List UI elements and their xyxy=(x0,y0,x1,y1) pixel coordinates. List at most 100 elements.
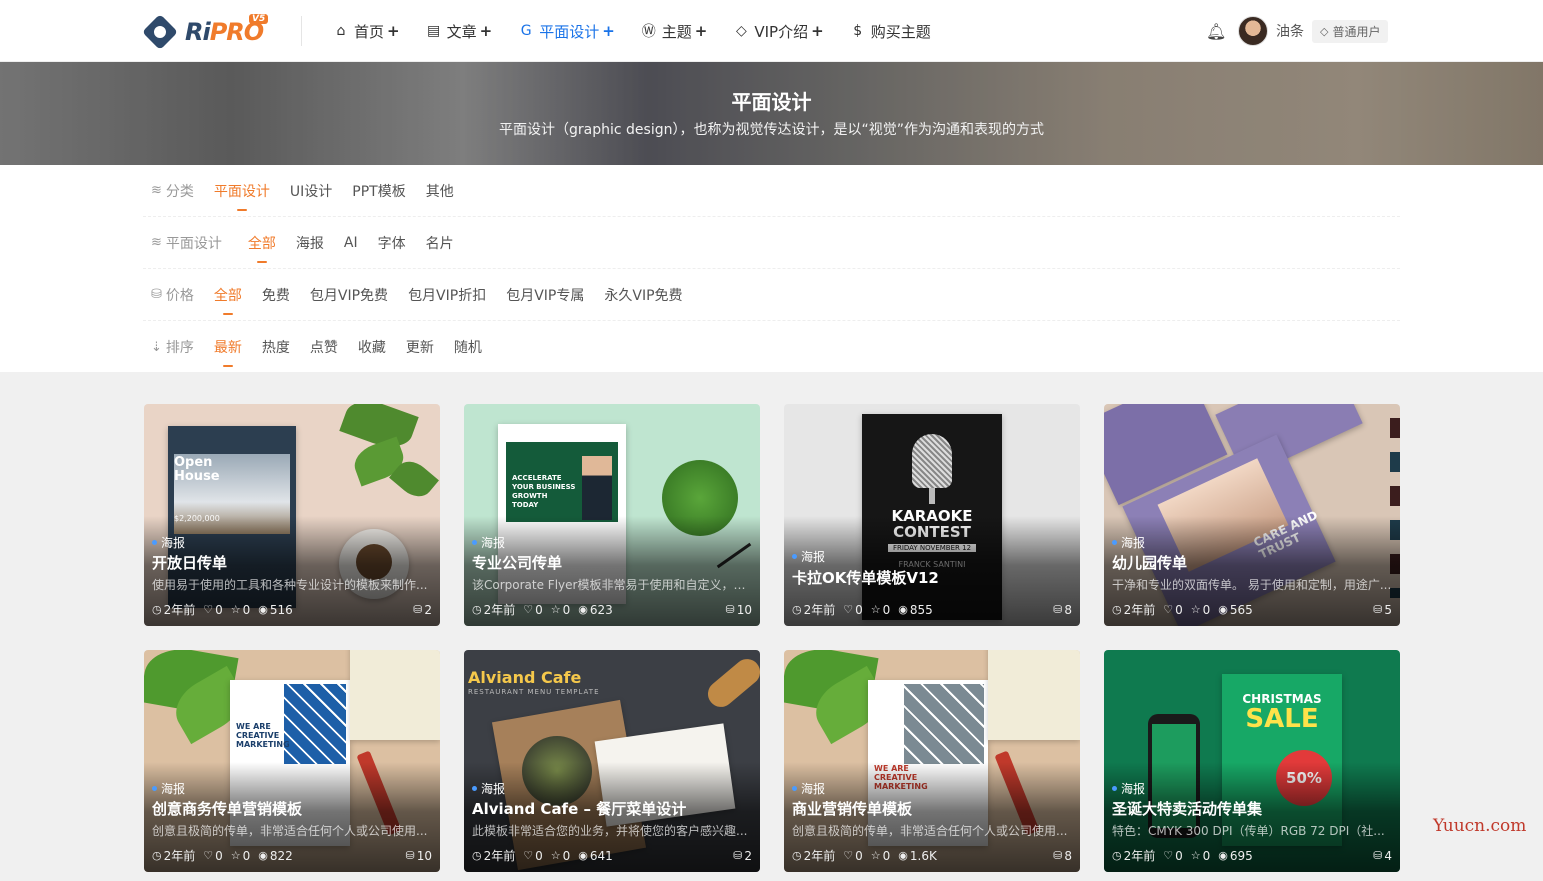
filter-option[interactable]: 平面设计 xyxy=(214,181,270,211)
nav-item-2[interactable]: G 平面设计 + xyxy=(518,21,615,42)
filter-option[interactable]: 全部 xyxy=(248,233,276,263)
bell-icon[interactable]: 🔔︎ xyxy=(1206,22,1226,41)
post-meta: ◷ 2年前 ♡ 0 ☆ 0 ◉ 1.6K ⛁ 8 xyxy=(792,847,1072,864)
post-views: ◉ 1.6K xyxy=(898,848,937,863)
post-excerpt: 特色：CMYK 300 DPI（传单）RGB 72 DPI（社... xyxy=(1112,824,1385,838)
filter-option[interactable]: 点赞 xyxy=(310,337,338,357)
post-title[interactable]: 商业营销传单模板 xyxy=(792,798,912,819)
eye-icon: ◉ xyxy=(258,849,268,862)
site-logo[interactable]: RiPRO V5 xyxy=(141,13,273,51)
filter-option[interactable]: 包月VIP专属 xyxy=(506,285,584,305)
post-tag[interactable]: 海报 xyxy=(1112,780,1145,797)
nav-item-label: 购买主题 xyxy=(870,22,931,41)
filter-option[interactable]: 包月VIP免费 xyxy=(310,285,388,305)
nav-item-0[interactable]: ⌂ 首页 + xyxy=(333,21,400,42)
filter-label: ≋ 平面设计 xyxy=(151,235,222,252)
post-tag[interactable]: 海报 xyxy=(472,780,505,797)
post-card[interactable]: ACCELERATE YOUR BUSINESS GROWTH TODAY 海报专… xyxy=(464,404,760,626)
filter-option[interactable]: PPT模板 xyxy=(352,181,405,201)
filter-option[interactable]: 全部 xyxy=(214,285,242,315)
post-stars: ☆ 0 xyxy=(550,602,571,617)
heart-icon: ♡ xyxy=(843,849,854,862)
post-tag[interactable]: 海报 xyxy=(792,780,825,797)
coins-icon: ⛁ xyxy=(733,849,743,862)
filter-option[interactable]: 包月VIP折扣 xyxy=(408,285,486,305)
post-card[interactable]: Open House$2,200,000海报开放日传单使用易于使用的工具和各种专… xyxy=(144,404,440,626)
main-nav: ⌂ 首页 + ▤ 文章 + G 平面设计 + Ⓦ 主题 + ◇ VIP介绍 + $ 购买主题 xyxy=(333,0,960,62)
layers-icon: ≋ xyxy=(151,183,162,198)
art-text: RESTAURANT MENU TEMPLATE xyxy=(468,688,600,696)
nav-item-1[interactable]: ▤ 文章 + xyxy=(426,21,492,42)
nav-item-label: 主题 xyxy=(661,22,692,41)
nav-item-3[interactable]: Ⓦ 主题 + xyxy=(641,21,708,42)
avatar[interactable] xyxy=(1238,16,1268,46)
filter-option[interactable]: 收藏 xyxy=(358,337,386,357)
coins-icon: ⛁ xyxy=(151,287,162,302)
post-card[interactable]: WE ARE CREATIVE MARKETING 海报 创意商务传单营销模板 创意且… xyxy=(144,650,440,872)
filter-option[interactable]: 最新 xyxy=(214,337,242,367)
filter-option[interactable]: 免费 xyxy=(262,285,290,305)
watermark-text: Yuucn.com xyxy=(1433,816,1527,836)
sort-icon: ⇣ xyxy=(151,339,162,355)
post-title[interactable]: 开放日传单 xyxy=(152,552,227,573)
filter-option[interactable]: 随机 xyxy=(454,337,482,357)
post-card[interactable]: CHRISTMASSALE50%海报圣诞大特卖活动传单集特色：CMYK 300 … xyxy=(1104,650,1400,872)
filter-option[interactable]: 其他 xyxy=(426,181,454,201)
filter-row-2: ⛁ 价格 全部 免费 包月VIP免费 包月VIP折扣 包月VIP专属 永久VIP免费 xyxy=(143,269,1400,321)
post-tag[interactable]: 海报 xyxy=(792,548,825,565)
nav-item-5[interactable]: $ 购买主题 xyxy=(850,21,934,42)
clock-icon: ◷ xyxy=(152,603,162,616)
post-excerpt: 该Corporate Flyer模板非常易于使用和自定义，可... xyxy=(472,578,752,592)
post-tag[interactable]: 海报 xyxy=(152,780,185,797)
nav-expand-icon: + xyxy=(694,22,708,40)
post-views: ◉ 641 xyxy=(578,848,613,863)
post-title[interactable]: 圣诞大特卖活动传单集 xyxy=(1112,798,1262,819)
nav-item-4[interactable]: ◇ VIP介绍 + xyxy=(733,21,824,42)
post-title[interactable]: 卡拉OK传单模板V12 xyxy=(792,567,939,588)
coins-icon: ⛁ xyxy=(413,603,423,616)
post-stars: ☆ 0 xyxy=(870,848,891,863)
post-title[interactable]: Alviand Cafe – 餐厅菜单设计 xyxy=(472,798,686,819)
heart-icon: ♡ xyxy=(843,603,854,616)
heart-icon: ♡ xyxy=(523,849,534,862)
post-views: ◉ 822 xyxy=(258,848,293,863)
category-banner: 平面设计 平面设计（graphic design），也称为视觉传达设计，是以“视… xyxy=(0,62,1543,165)
filter-option[interactable]: UI设计 xyxy=(290,181,332,201)
art-text: Open House xyxy=(174,455,220,484)
filter-option[interactable]: 永久VIP免费 xyxy=(604,285,682,305)
heart-icon: ♡ xyxy=(203,603,214,616)
post-card[interactable]: CARE AND TRUST海报幼儿园传单干净和专业的双面传单。 易于使用和定制… xyxy=(1104,404,1400,626)
art-text: WE ARE CREATIVE MARKETING xyxy=(236,722,290,749)
post-asset-count: ⛁ 2 xyxy=(733,848,752,863)
filter-option[interactable]: 海报 xyxy=(296,233,324,253)
post-excerpt: 创意且极简的传单，非常适合任何个人或公司使用... xyxy=(792,824,1068,838)
post-card[interactable]: KARAOKE CONTESTFRIDAY NOVEMBER 12FRANCK … xyxy=(784,404,1080,626)
filter-option[interactable]: AI xyxy=(344,235,358,251)
clock-icon: ◷ xyxy=(472,849,482,862)
post-tag[interactable]: 海报 xyxy=(152,534,185,551)
post-card[interactable]: Alviand Cafe RESTAURANT MENU TEMPLATE 海报 Al… xyxy=(464,650,760,872)
post-title[interactable]: 创意商务传单营销模板 xyxy=(152,798,302,819)
post-title[interactable]: 专业公司传单 xyxy=(472,552,562,573)
post-meta: ◷ 2年前 ♡ 0 ☆ 0 ◉ 855 ⛁ 8 xyxy=(792,601,1072,618)
filter-option[interactable]: 字体 xyxy=(378,233,406,253)
post-asset-count: ⛁ 10 xyxy=(725,602,753,617)
coins-icon: ⛁ xyxy=(725,603,735,616)
filter-option[interactable]: 名片 xyxy=(426,233,454,253)
filter-option[interactable]: 更新 xyxy=(406,337,434,357)
post-tag[interactable]: 海报 xyxy=(1112,534,1145,551)
user-area: 🔔︎ 油条 ◇ 普通用户 xyxy=(1206,14,1389,48)
clock-icon: ◷ xyxy=(792,603,802,616)
post-views: ◉ 695 xyxy=(1218,848,1253,863)
post-meta: ◷ 2年前 ♡ 0 ☆ 0 ◉ 565 ⛁ 5 xyxy=(1112,601,1392,618)
post-asset-count: ⛁ 8 xyxy=(1053,848,1072,863)
home-icon: ⌂ xyxy=(336,23,346,39)
post-title[interactable]: 幼儿园传单 xyxy=(1112,552,1187,573)
post-tag[interactable]: 海报 xyxy=(472,534,505,551)
nav-item-label: VIP介绍 xyxy=(754,22,809,41)
filter-panel: ≋ 分类 平面设计 UI设计 PPT模板 其他 ≋ 平面设计 全部 海报 AI 字体 名片 ⛁ 价格 全部 免费… xyxy=(0,165,1543,372)
filter-option[interactable]: 热度 xyxy=(262,337,290,357)
post-stars: ☆ 0 xyxy=(870,602,891,617)
user-name[interactable]: 油条 xyxy=(1276,21,1304,41)
post-card[interactable]: WE ARE CREATIVE MARKETING海报商业营销传单模板创意且极简… xyxy=(784,650,1080,872)
